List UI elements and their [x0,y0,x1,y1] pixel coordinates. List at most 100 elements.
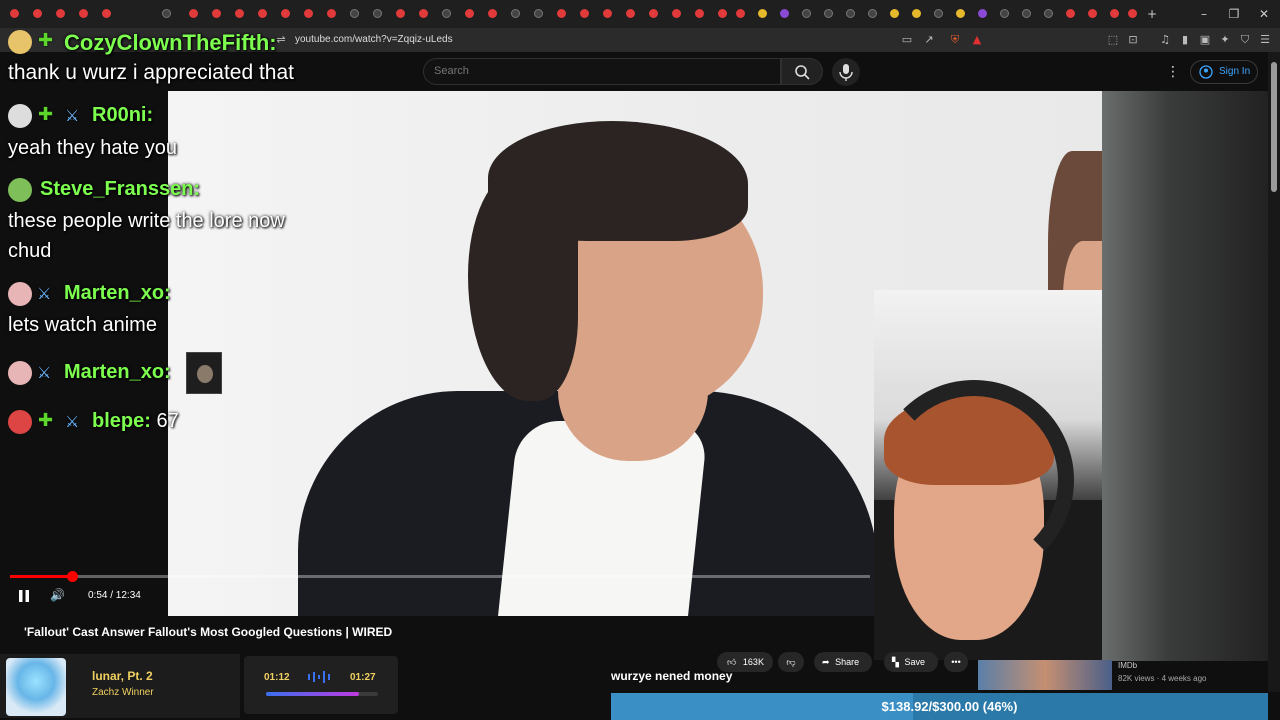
tab-favicon[interactable] [736,9,745,18]
pause-icon[interactable] [16,588,32,604]
tab-favicon[interactable] [396,9,405,18]
more-actions-button[interactable]: ••• [944,652,968,672]
tab-favicon[interactable] [912,9,921,18]
tab-favicon[interactable] [580,9,589,18]
share-button[interactable]: ➦ Share [814,652,872,672]
tab-favicon[interactable] [934,9,943,18]
more-icon: ••• [951,657,961,667]
restore-icon[interactable]: ❐ [1224,6,1244,22]
tab-favicon[interactable] [695,9,704,18]
tab-favicon[interactable] [1066,9,1075,18]
sidebar-icon[interactable]: ▮ [1178,33,1192,47]
more-options-icon[interactable]: ⋮ [1166,64,1180,80]
screen-icon[interactable]: ▭ [900,33,914,47]
song-title: lunar, Pt. 2 [92,669,153,683]
tab-favicon[interactable] [978,9,987,18]
tab-favicon[interactable] [350,9,359,18]
tab-favicon[interactable] [304,9,313,18]
tab-favicon[interactable] [1110,9,1119,18]
brave-rewards-icon[interactable]: ▲ [970,33,984,47]
sword-badge-icon: ⚔ [37,284,52,303]
extension-icon[interactable]: ⊡ [1126,33,1140,47]
video-progress-handle[interactable] [66,571,78,582]
tab-favicon[interactable] [327,9,336,18]
search-input[interactable] [434,65,734,77]
search-box[interactable] [423,58,781,85]
close-icon[interactable]: ✕ [1254,6,1274,22]
url-field[interactable]: youtube.com/watch?v=Zqqiz-uLeds [295,34,453,45]
tab-favicon[interactable] [802,9,811,18]
recommended-channel[interactable]: IMDb [1118,661,1137,670]
save-button[interactable]: ▚ Save [884,652,938,672]
tab-favicon[interactable] [758,9,767,18]
vpn-icon[interactable]: ⛉ [1238,33,1252,47]
tab-favicon[interactable] [419,9,428,18]
scrollbar-thumb[interactable] [1271,62,1277,192]
streamer-webcam [874,290,1102,660]
like-count: 163K [742,657,764,667]
tab-favicon[interactable] [603,9,612,18]
volume-icon[interactable]: 🔊 [50,588,68,604]
tab-favicon[interactable] [465,9,474,18]
thumbs-down-icon: 👎︎ [786,658,796,668]
tab-favicon[interactable] [281,9,290,18]
tab-favicon[interactable] [1044,9,1053,18]
tab-favicon[interactable] [79,9,88,18]
tab-favicon[interactable] [189,9,198,18]
video-progress-bar[interactable] [10,571,870,582]
menu-icon[interactable]: ☰ [1258,33,1272,47]
music-progress-fill [266,692,359,696]
chat-emote [186,352,222,394]
headphones-icon [874,380,1074,580]
emote-face [197,365,213,383]
search-button[interactable] [781,58,823,85]
ai-icon[interactable]: ✦ [1218,33,1232,47]
tab-favicon[interactable] [1022,9,1031,18]
tab-favicon[interactable] [534,9,543,18]
chat-message: yeah they hate you [8,137,178,159]
tab-favicon[interactable] [212,9,221,18]
recommended-video-thumbnail[interactable] [978,660,1112,690]
tab-favicon[interactable] [10,9,19,18]
share-label: Share [835,657,860,667]
share-page-icon[interactable]: ↗ [922,33,936,47]
tab-favicon[interactable] [33,9,42,18]
tab-favicon[interactable] [56,9,65,18]
tab-favicon[interactable] [718,9,727,18]
brave-shield-icon[interactable]: ⛨ [948,33,962,47]
tab-favicon[interactable] [258,9,267,18]
tab-favicon[interactable] [1128,9,1137,18]
tab-favicon[interactable] [1000,9,1009,18]
tab-favicon[interactable] [488,9,497,18]
tab-favicon[interactable] [102,9,111,18]
tab-favicon[interactable] [442,9,451,18]
tab-favicon[interactable] [846,9,855,18]
tab-favicon[interactable] [649,9,658,18]
tab-favicon[interactable] [557,9,566,18]
tab-favicon[interactable] [824,9,833,18]
tab-favicon[interactable] [672,9,681,18]
tab-favicon[interactable] [868,9,877,18]
wallet-icon[interactable]: ▣ [1198,33,1212,47]
extension-icon[interactable]: ⬚ [1106,33,1120,47]
tab-favicon[interactable] [511,9,520,18]
tab-favicon[interactable] [890,9,899,18]
tab-favicon[interactable] [956,9,965,18]
tab-favicon[interactable] [626,9,635,18]
new-tab-icon[interactable]: + [1142,6,1162,22]
chat-avatar [8,282,32,306]
tab-favicon-active[interactable] [162,9,171,18]
tab-favicon[interactable] [780,9,789,18]
minimize-icon[interactable]: – [1194,6,1214,22]
sign-in-button[interactable]: Sign In [1190,60,1258,84]
chat-username: blepe: 67 [92,410,179,432]
tab-favicon[interactable] [373,9,382,18]
search-icon [795,65,810,80]
voice-search-button[interactable] [832,58,860,86]
gem-badge-icon: ✚ [38,410,54,431]
page-scrollbar[interactable] [1268,52,1280,692]
tab-favicon[interactable] [1088,9,1097,18]
tab-favicon[interactable] [235,9,244,18]
music-icon[interactable]: ♫ [1158,33,1172,47]
dislike-button[interactable]: 👎︎ [778,652,804,672]
